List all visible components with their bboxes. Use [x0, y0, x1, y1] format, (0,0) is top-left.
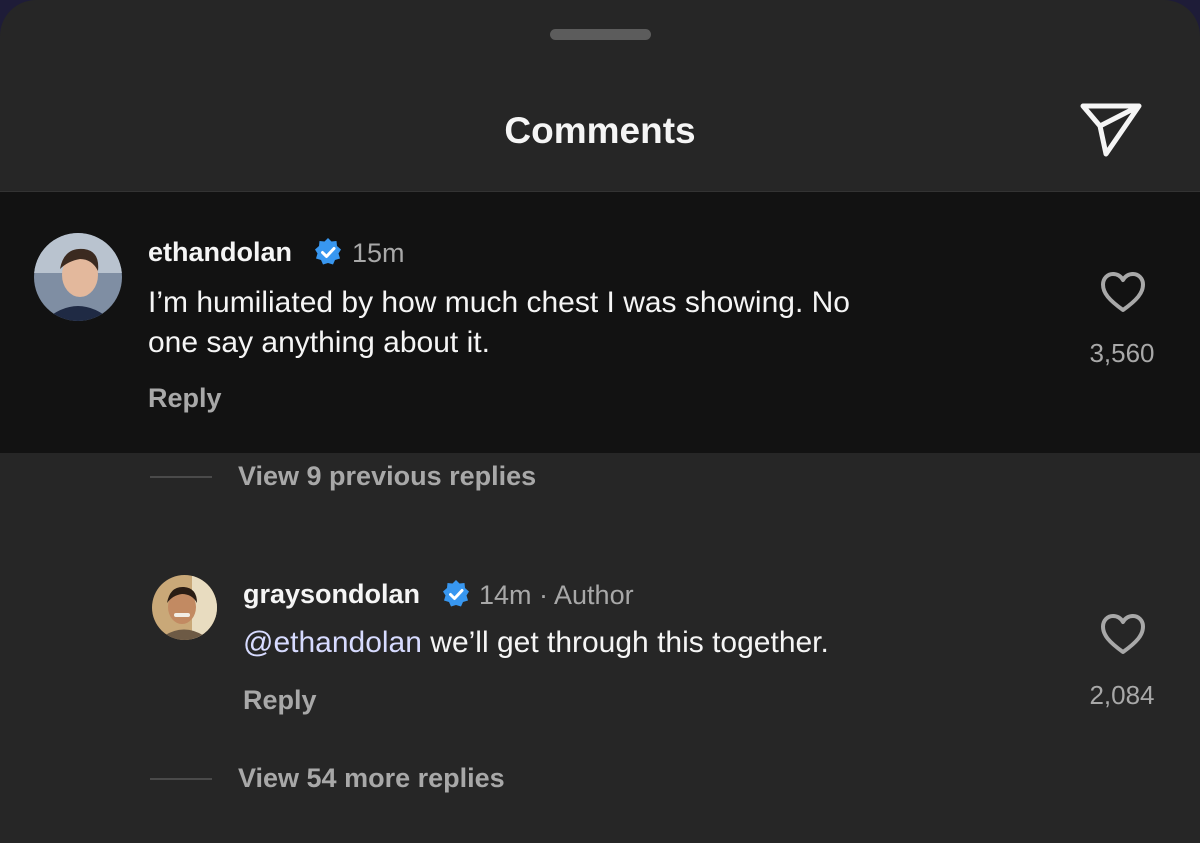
thread-divider: [150, 476, 212, 478]
avatar-ethandolan[interactable]: [34, 233, 122, 321]
comments-sheet: Comments ethandolan 15m I’m humiliated b…: [0, 0, 1200, 843]
like-count: 3,560: [1089, 338, 1155, 368]
mention-link[interactable]: @ethandolan: [243, 626, 422, 659]
like-count: 2,084: [1089, 680, 1155, 710]
comment-text-line-2: one say anything about it.: [148, 326, 490, 359]
thread-divider: [150, 778, 212, 780]
heart-outline-icon[interactable]: [1099, 270, 1147, 314]
page-title: Comments: [504, 110, 696, 151]
avatar-graysondolan[interactable]: [152, 575, 217, 640]
reply-timestamp-author: 14m · Author: [479, 580, 634, 610]
paper-plane-icon[interactable]: [1078, 100, 1144, 158]
heart-outline-icon[interactable]: [1099, 612, 1147, 656]
reply-text-body: we’ll get through this together.: [421, 626, 829, 659]
comment-timestamp: 15m: [352, 238, 405, 268]
reply-username[interactable]: graysondolan: [243, 579, 420, 610]
comment-text-line-1: I’m humiliated by how much chest I was s…: [148, 286, 850, 319]
verified-badge-icon: [315, 238, 341, 265]
verified-badge-icon: [443, 580, 469, 607]
view-previous-replies-button[interactable]: View 9 previous replies: [238, 461, 536, 492]
comment-username[interactable]: ethandolan: [148, 237, 292, 268]
reply-button[interactable]: Reply: [243, 685, 317, 716]
reply-text: @ethandolan we’ll get through this toget…: [243, 623, 829, 663]
reply-button[interactable]: Reply: [148, 383, 222, 414]
comments-header: Comments: [0, 0, 1200, 192]
view-more-replies-button[interactable]: View 54 more replies: [238, 763, 505, 794]
